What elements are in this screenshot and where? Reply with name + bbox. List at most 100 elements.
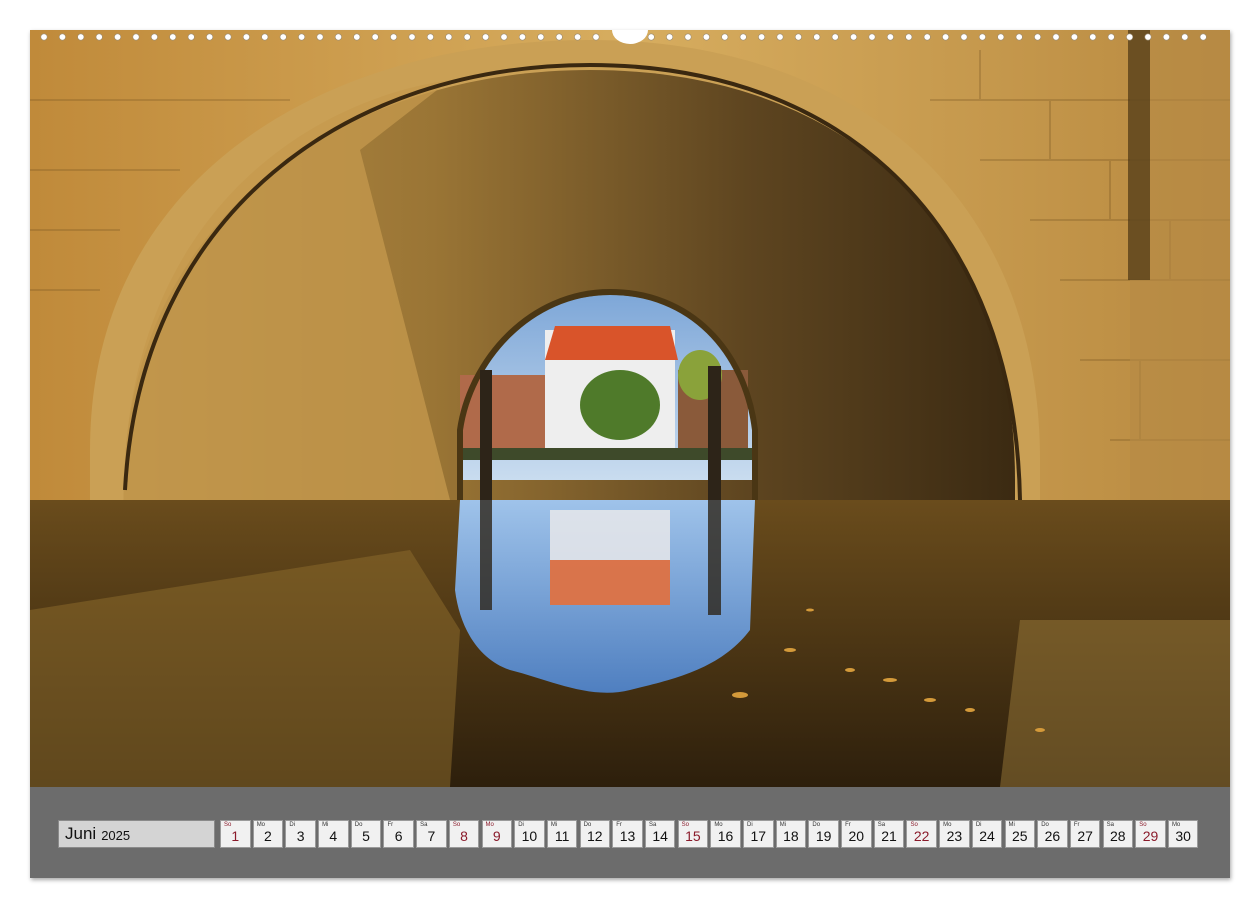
month-year: 2025 bbox=[101, 828, 131, 843]
binding-hole bbox=[482, 33, 490, 41]
binding-hole bbox=[868, 33, 876, 41]
binding-hole bbox=[261, 33, 269, 41]
binding-hole bbox=[316, 33, 324, 41]
binding-hole bbox=[77, 33, 85, 41]
day-cell: So 8 bbox=[448, 820, 480, 848]
day-cell: So 15 bbox=[677, 820, 709, 848]
binding-hole bbox=[960, 33, 968, 41]
binding-hole bbox=[1126, 33, 1134, 41]
binding-hole bbox=[1144, 33, 1152, 41]
binding-hole bbox=[298, 33, 306, 41]
day-number: 16 bbox=[717, 828, 734, 844]
binding-hole bbox=[408, 33, 416, 41]
day-cell: Di 17 bbox=[743, 820, 774, 848]
binding-hole bbox=[1089, 33, 1097, 41]
day-cell: Sa 28 bbox=[1102, 820, 1134, 848]
binding-hole bbox=[390, 33, 398, 41]
day-cell: Do 26 bbox=[1037, 820, 1068, 848]
binding-hole bbox=[1162, 33, 1170, 41]
day-cell: So 29 bbox=[1135, 820, 1166, 848]
binding-hole bbox=[426, 33, 434, 41]
day-number: 30 bbox=[1175, 828, 1191, 844]
day-cell: Di 10 bbox=[514, 820, 545, 848]
binding-hole bbox=[518, 33, 526, 41]
day-number: 5 bbox=[362, 828, 370, 844]
day-number: 14 bbox=[652, 828, 668, 844]
day-number: 4 bbox=[329, 828, 338, 844]
day-number: 18 bbox=[783, 828, 799, 844]
day-cell: Sa 21 bbox=[873, 820, 905, 848]
day-cells: So 1 Mo 2 Di 3 Mi 4 Do 5 Fr 6 Sa 7 So 8 Mo 9 Di 10 Mi 11 Do 12 F… bbox=[220, 820, 1201, 848]
day-cell: Mo 23 bbox=[939, 820, 970, 848]
binding-hole bbox=[95, 33, 103, 41]
binding-hole bbox=[445, 33, 453, 41]
day-cell: Mo 16 bbox=[710, 820, 741, 848]
binding-hole bbox=[886, 33, 894, 41]
binding-hole bbox=[978, 33, 986, 41]
hanger-notch bbox=[612, 30, 648, 44]
day-number: 21 bbox=[881, 828, 897, 844]
day-cell: Sa 14 bbox=[644, 820, 676, 848]
day-number: 12 bbox=[587, 828, 603, 844]
day-number: 8 bbox=[460, 828, 468, 844]
day-cell: Fr 6 bbox=[383, 820, 414, 848]
binding-hole bbox=[279, 33, 287, 41]
bridge-arch-photo bbox=[30, 30, 1230, 787]
day-number: 15 bbox=[685, 828, 701, 844]
binding-hole bbox=[114, 33, 122, 41]
binding-hole bbox=[206, 33, 214, 41]
binding-hole bbox=[1034, 33, 1042, 41]
binding-hole bbox=[555, 33, 563, 41]
day-number: 1 bbox=[231, 828, 240, 844]
day-number: 7 bbox=[427, 828, 436, 844]
binding-hole bbox=[169, 33, 177, 41]
day-cell: Sa 7 bbox=[416, 820, 447, 848]
day-number: 25 bbox=[1011, 828, 1028, 844]
binding-hole bbox=[721, 33, 729, 41]
binding-hole bbox=[334, 33, 342, 41]
day-number: 11 bbox=[554, 828, 570, 844]
month-calendar-bar: Juni 2025 So 1 Mo 2 Di 3 Mi 4 Do 5 Fr 6 Sa 7 So 8 Mo 9 Di 1… bbox=[30, 787, 1230, 878]
month-name: Juni bbox=[65, 824, 97, 843]
binding-hole bbox=[923, 33, 931, 41]
binding-hole bbox=[739, 33, 747, 41]
day-number: 27 bbox=[1077, 828, 1093, 844]
day-number: 23 bbox=[946, 828, 963, 844]
binding-hole bbox=[353, 33, 361, 41]
binding-hole bbox=[758, 33, 766, 41]
binding-hole bbox=[905, 33, 913, 41]
binding-hole bbox=[684, 33, 692, 41]
day-number: 17 bbox=[750, 828, 767, 844]
day-cell: Fr 20 bbox=[841, 820, 872, 848]
binding-hole bbox=[666, 33, 674, 41]
day-cell: Mo 30 bbox=[1167, 820, 1199, 848]
binding-hole bbox=[463, 33, 471, 41]
day-number: 26 bbox=[1044, 828, 1061, 844]
binding-hole bbox=[1070, 33, 1078, 41]
day-number: 20 bbox=[848, 828, 865, 844]
binding-hole bbox=[537, 33, 545, 41]
binding-hole bbox=[647, 33, 655, 41]
binding-hole bbox=[242, 33, 250, 41]
day-cell: Do 12 bbox=[579, 820, 611, 848]
day-number: 19 bbox=[815, 828, 832, 844]
day-number: 3 bbox=[296, 828, 305, 844]
day-cell: Mi 18 bbox=[775, 820, 807, 848]
day-cell: Di 24 bbox=[971, 820, 1003, 848]
binding-hole bbox=[1181, 33, 1189, 41]
binding-hole bbox=[850, 33, 858, 41]
day-number: 13 bbox=[619, 828, 636, 844]
day-cell: Mi 4 bbox=[318, 820, 349, 848]
binding-hole bbox=[776, 33, 784, 41]
day-cell: So 1 bbox=[220, 820, 251, 848]
spiral-binding-icon bbox=[40, 30, 1207, 44]
binding-hole bbox=[813, 33, 821, 41]
day-number: 10 bbox=[521, 828, 538, 844]
binding-hole bbox=[40, 33, 48, 41]
binding-hole bbox=[592, 33, 600, 41]
binding-hole bbox=[1107, 33, 1115, 41]
binding-hole bbox=[702, 33, 710, 41]
day-number: 6 bbox=[394, 828, 403, 844]
day-number: 2 bbox=[264, 828, 272, 844]
binding-hole bbox=[1052, 33, 1060, 41]
